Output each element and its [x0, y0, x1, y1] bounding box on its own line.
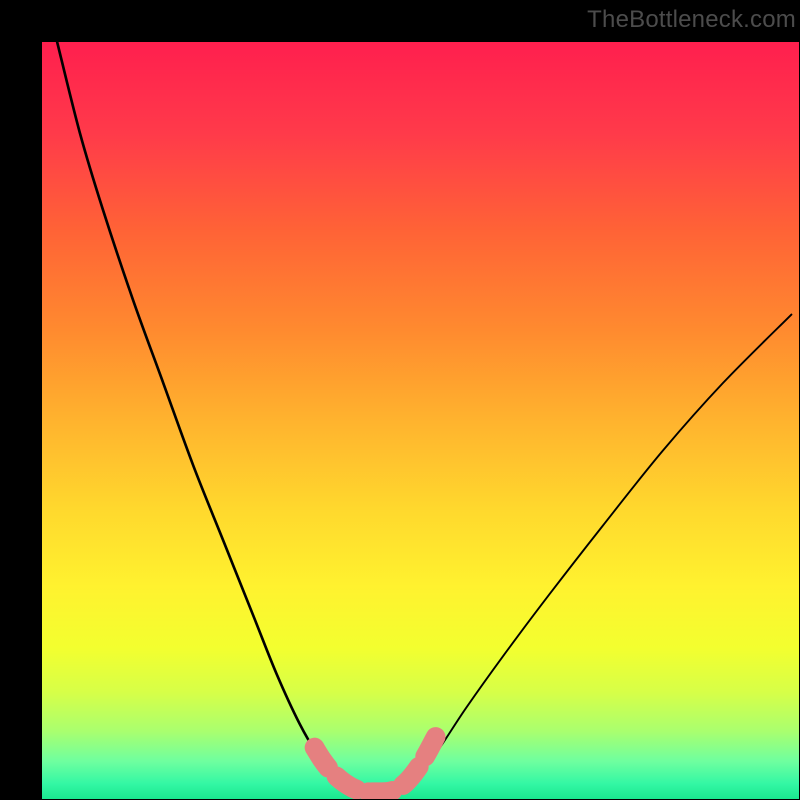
- watermark-text: TheBottleneck.com: [587, 6, 796, 34]
- plot-area: [42, 42, 799, 799]
- left-branch-curve: [57, 42, 352, 790]
- chart-frame: TheBottleneck.com: [0, 0, 800, 800]
- right-branch-curve: [398, 315, 792, 790]
- curve-layer: [42, 42, 799, 799]
- bottom-u-marker: [315, 737, 436, 792]
